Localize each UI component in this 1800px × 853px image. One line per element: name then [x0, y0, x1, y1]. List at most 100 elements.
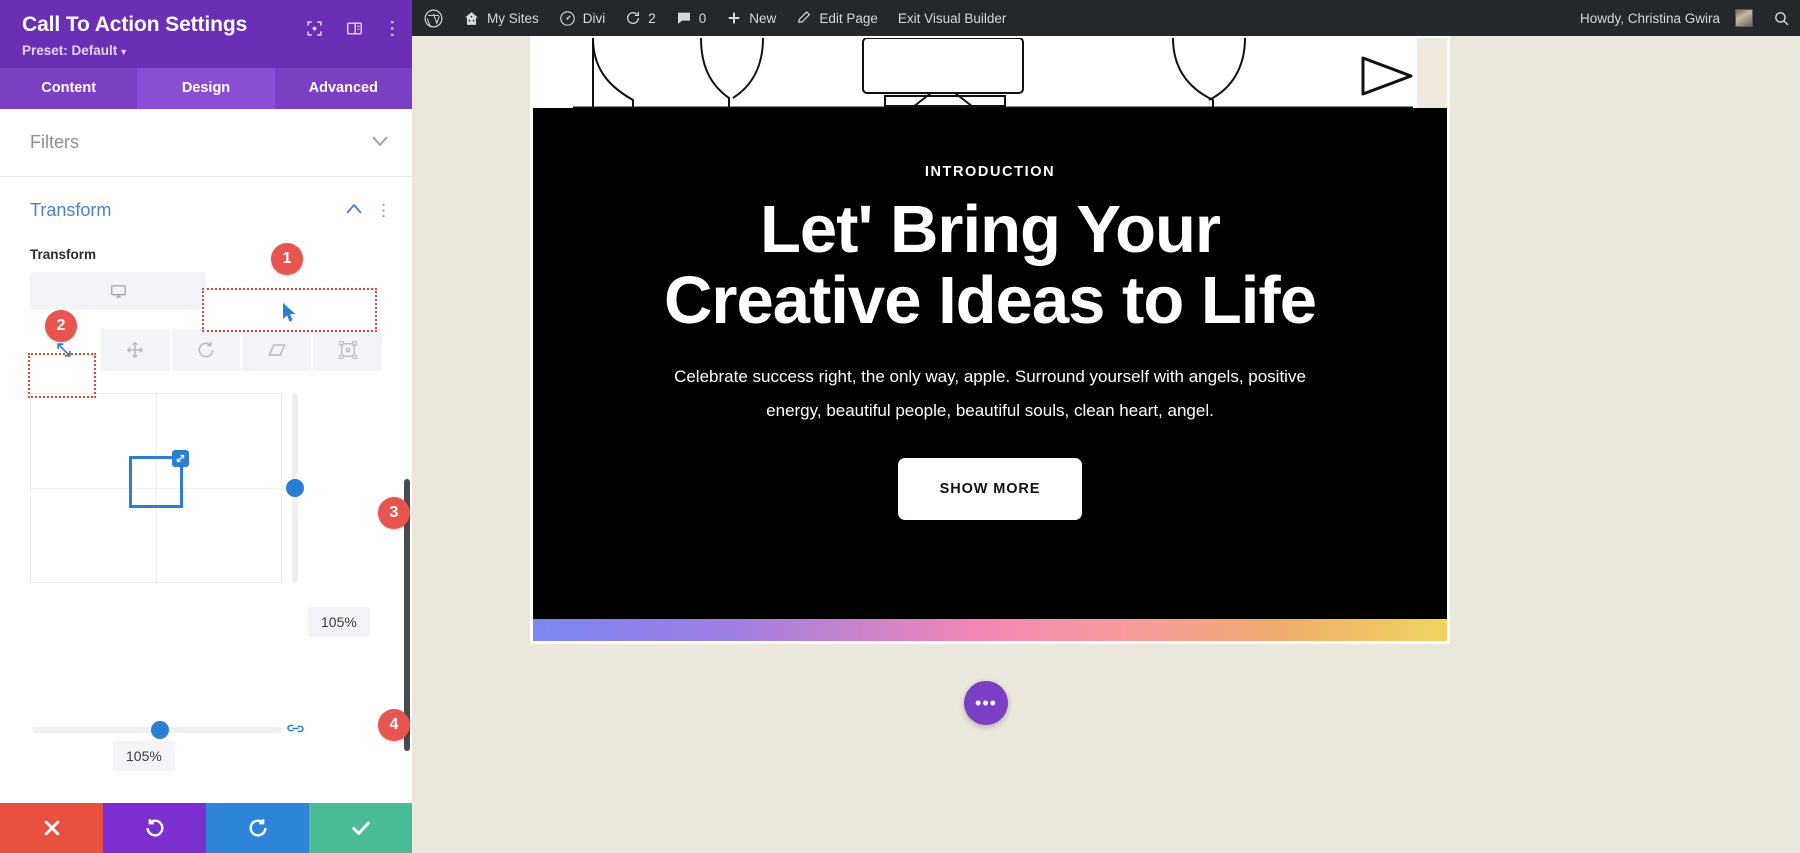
- admin-bar-comments-count: 0: [698, 10, 707, 26]
- transform-mode-skew[interactable]: [242, 329, 314, 372]
- cta-body: INTRODUCTION Let' Bring Your Creative Id…: [533, 108, 1447, 641]
- preset-label: Preset: Default: [22, 43, 118, 59]
- cancel-button[interactable]: [0, 803, 103, 853]
- undo-button[interactable]: [103, 803, 206, 853]
- section-transform[interactable]: Transform ⋯: [0, 177, 412, 229]
- cta-eyebrow: INTRODUCTION: [924, 164, 1056, 180]
- panel-scroll-area: Filters Transform ⋯ Transform 105% 105%: [0, 109, 412, 803]
- admin-bar-greeting: Howdy, Christina Gwira: [1579, 10, 1720, 26]
- tab-design[interactable]: Design: [137, 68, 275, 110]
- admin-bar-my-sites[interactable]: My Sites: [453, 0, 549, 36]
- callout-badge-1: 1: [271, 243, 303, 275]
- scale-y-slider[interactable]: [286, 393, 304, 584]
- admin-bar-divi-label: Divi: [582, 10, 606, 26]
- close-icon: [44, 820, 59, 836]
- admin-bar-right: Howdy, Christina Gwira: [1568, 0, 1800, 36]
- transform-mode-rotate[interactable]: [171, 329, 243, 372]
- device-hover-button[interactable]: [206, 272, 382, 311]
- admin-bar-exit-label: Exit Visual Builder: [897, 10, 1007, 26]
- callout-badge-2: 2: [45, 310, 77, 342]
- redo-icon: [249, 819, 267, 837]
- panel-footer: [0, 803, 412, 853]
- admin-bar-my-sites-label: My Sites: [487, 10, 539, 26]
- layout-icon[interactable]: [346, 20, 363, 37]
- preset-selector[interactable]: Preset: Default ▼: [22, 43, 394, 58]
- desktop-icon: [110, 284, 126, 298]
- sites-icon: [463, 10, 480, 27]
- transform-scale-pad[interactable]: [30, 393, 282, 584]
- check-icon: [351, 821, 370, 835]
- origin-icon: [338, 341, 357, 360]
- more-vertical-icon[interactable]: ⋯: [381, 19, 402, 38]
- updates-icon: [625, 10, 641, 26]
- section-transform-actions: ⋯: [346, 202, 393, 219]
- expand-icon[interactable]: [306, 20, 323, 37]
- divi-icon: [559, 10, 576, 27]
- tab-advanced[interactable]: Advanced: [275, 68, 412, 109]
- admin-bar-edit-page[interactable]: Edit Page: [786, 0, 888, 36]
- panel-header-icons: ⋯: [306, 19, 402, 38]
- comments-icon: [676, 10, 692, 26]
- admin-bar-search-button[interactable]: [1763, 0, 1800, 36]
- cta-heading: Let' Bring Your Creative Ideas to Life: [664, 192, 1317, 339]
- panel-tabs: Content Design Advanced: [0, 68, 412, 110]
- admin-bar-wordpress-logo[interactable]: [412, 0, 453, 36]
- scale-x-value[interactable]: 105%: [113, 741, 175, 772]
- search-icon: [1773, 10, 1790, 27]
- show-more-button[interactable]: SHOW MORE: [897, 458, 1083, 521]
- scale-x-slider-knob[interactable]: [151, 721, 169, 740]
- cta-body-text: Celebrate success right, the only way, a…: [674, 367, 1306, 421]
- transform-scale-pad-wrap: [30, 393, 382, 584]
- scale-y-slider-knob[interactable]: [286, 479, 304, 498]
- admin-bar-updates[interactable]: 2: [615, 0, 666, 36]
- section-filters-label: Filters: [30, 132, 79, 153]
- avatar: [1735, 9, 1753, 27]
- scale-y-value[interactable]: 105%: [308, 607, 370, 638]
- pad-preview-box[interactable]: [129, 450, 189, 509]
- admin-bar-account[interactable]: Howdy, Christina Gwira: [1568, 0, 1763, 36]
- callout-badge-3: 3: [378, 497, 410, 529]
- cta-module[interactable]: INTRODUCTION Let' Bring Your Creative Id…: [530, 36, 1450, 644]
- chevron-down-icon: ▼: [119, 47, 129, 58]
- skew-icon: [268, 344, 286, 356]
- callout-badge-4: 4: [378, 709, 410, 741]
- page-canvas: INTRODUCTION Let' Bring Your Creative Id…: [412, 36, 1800, 853]
- chevron-up-icon[interactable]: [346, 203, 362, 218]
- transform-mode-move[interactable]: [100, 329, 172, 372]
- cta-gradient-bar: [533, 619, 1447, 641]
- save-button[interactable]: [309, 803, 412, 853]
- scale-x-slider[interactable]: [32, 721, 282, 740]
- wp-admin-bar: My Sites Divi 2 0 New Edit Page Exit Vis…: [412, 0, 1800, 36]
- transform-mode-bar: [30, 329, 382, 372]
- device-desktop-button[interactable]: [30, 272, 206, 310]
- admin-bar-edit-page-label: Edit Page: [819, 10, 878, 26]
- tab-content[interactable]: Content: [0, 68, 137, 109]
- cta-illustration: [533, 38, 1447, 108]
- responsive-device-bar: [30, 272, 382, 311]
- section-transform-label: Transform: [30, 200, 112, 221]
- admin-bar-comments[interactable]: 0: [666, 0, 717, 36]
- section-more-icon[interactable]: ⋯: [374, 202, 393, 219]
- move-icon: [127, 342, 144, 359]
- panel-header: Call To Action Settings Preset: Default ▼…: [0, 0, 412, 69]
- plus-icon: [726, 10, 742, 26]
- scale-icon: [57, 343, 72, 357]
- pad-resize-handle[interactable]: [172, 450, 189, 468]
- undo-icon: [145, 819, 163, 837]
- wordpress-icon: [424, 9, 443, 28]
- page-settings-fab[interactable]: •••: [964, 681, 1008, 725]
- pencil-icon: [796, 10, 812, 26]
- chevron-down-icon[interactable]: [372, 135, 388, 150]
- admin-bar-exit-visual-builder[interactable]: Exit Visual Builder: [888, 0, 1017, 36]
- admin-bar-divi[interactable]: Divi: [549, 0, 616, 36]
- section-filters[interactable]: Filters: [0, 109, 412, 178]
- admin-bar-new[interactable]: New: [716, 0, 786, 36]
- transform-mode-origin[interactable]: [313, 329, 382, 372]
- transform-field: Transform: [0, 229, 412, 584]
- rotate-icon: [198, 342, 214, 358]
- redo-button[interactable]: [206, 803, 309, 853]
- transform-field-label: Transform: [30, 247, 97, 263]
- module-settings-panel: Call To Action Settings Preset: Default ▼…: [0, 0, 412, 853]
- link-axes-icon[interactable]: [287, 721, 304, 736]
- admin-bar-new-label: New: [749, 10, 777, 26]
